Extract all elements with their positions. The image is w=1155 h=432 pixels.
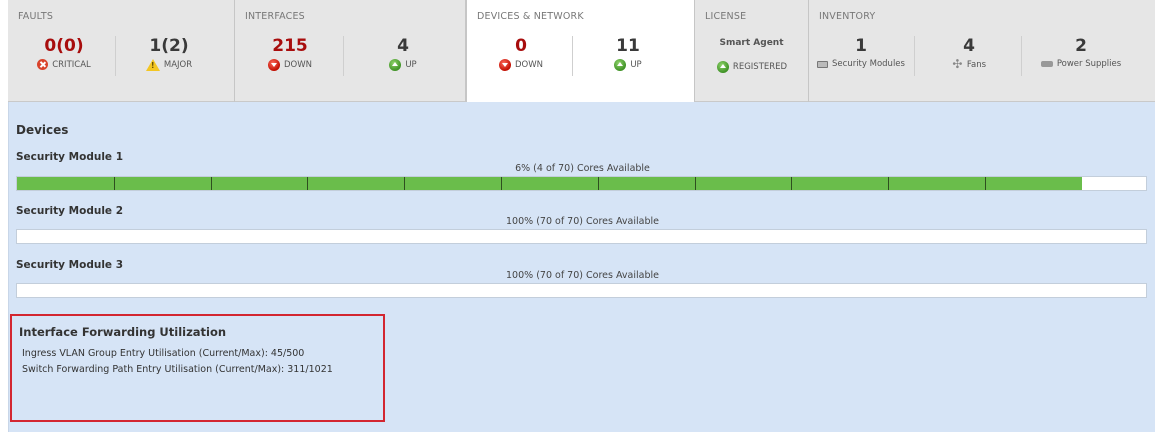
- power-count: 2: [1075, 36, 1087, 56]
- divider: [914, 36, 915, 76]
- interfaces-panel[interactable]: INTERFACES 215 DOWN 4 UP: [235, 0, 466, 102]
- devices-down-label: DOWN: [515, 60, 543, 70]
- interfaces-title: INTERFACES: [245, 11, 305, 22]
- critical-count: 0(0): [44, 36, 84, 56]
- interfaces-up-count: 4: [397, 36, 409, 56]
- power-label: Power Supplies: [1056, 59, 1122, 69]
- major-faults[interactable]: 1(2) MAJOR: [126, 36, 212, 71]
- interfaces-down-label: DOWN: [284, 60, 312, 70]
- faults-panel[interactable]: FAULTS 0(0) CRITICAL 1(2) MAJOR: [8, 0, 235, 102]
- summary-bar: FAULTS 0(0) CRITICAL 1(2) MAJOR INTERFAC…: [8, 0, 1155, 103]
- core-segment-divider: [597, 177, 599, 190]
- divider: [1021, 36, 1022, 76]
- devices-content: Devices Security Module 1 6% (4 of 70) C…: [8, 102, 1155, 432]
- critical-faults[interactable]: 0(0) CRITICAL: [20, 36, 108, 70]
- modules-label: Security Modules: [832, 59, 905, 69]
- core-segment-divider: [404, 177, 406, 190]
- fan-icon: ✣: [952, 57, 963, 71]
- devices-down-count: 0: [515, 36, 527, 56]
- core-usage-bar[interactable]: [16, 229, 1147, 244]
- major-count: 1(2): [149, 36, 189, 56]
- core-usage-bar[interactable]: [16, 283, 1147, 298]
- faults-title: FAULTS: [18, 11, 54, 22]
- license-status-label: REGISTERED: [732, 62, 788, 72]
- critical-label: CRITICAL: [52, 59, 91, 70]
- warning-icon: [145, 59, 160, 71]
- switch-forwarding-utilisation: Switch Forwarding Path Entry Utilisation…: [22, 364, 333, 375]
- devices-up[interactable]: 11 UP: [585, 36, 671, 71]
- fans-label: Fans: [966, 59, 987, 70]
- core-usage-fill: [17, 177, 1082, 190]
- ifu-title: Interface Forwarding Utilization: [19, 325, 227, 339]
- interfaces-down-count: 215: [272, 36, 308, 56]
- cores-available-text: 6% (4 of 70) Cores Available: [515, 163, 650, 174]
- module-title: Security Module 1: [16, 151, 124, 163]
- power-supply-icon: [1040, 61, 1053, 67]
- cores-available-text: 100% (70 of 70) Cores Available: [506, 216, 659, 227]
- core-segment-divider: [113, 177, 115, 190]
- license-status: REGISTERED: [695, 58, 809, 73]
- interfaces-up[interactable]: 4 UP: [357, 36, 449, 71]
- major-label: MAJOR: [163, 60, 193, 70]
- inventory-fans[interactable]: 4 ✣ Fans: [919, 36, 1019, 70]
- up-arrow-icon: [614, 59, 627, 71]
- devices-up-count: 11: [616, 36, 640, 56]
- inventory-power[interactable]: 2 Power Supplies: [1025, 36, 1137, 69]
- license-panel[interactable]: LICENSE Smart Agent REGISTERED: [695, 0, 809, 102]
- core-segment-divider: [210, 177, 212, 190]
- core-segment-divider: [791, 177, 793, 190]
- inventory-title: INVENTORY: [819, 11, 876, 22]
- modules-count: 1: [855, 36, 867, 56]
- ingress-vlan-utilisation: Ingress VLAN Group Entry Utilisation (Cu…: [22, 348, 305, 359]
- interface-forwarding-box: Interface Forwarding Utilization Ingress…: [10, 314, 385, 422]
- core-segment-divider: [888, 177, 890, 190]
- divider: [572, 36, 573, 76]
- critical-icon: [37, 59, 49, 70]
- core-usage-bar[interactable]: [16, 176, 1147, 191]
- devices-heading: Devices: [16, 123, 69, 137]
- up-arrow-icon: [389, 59, 402, 71]
- core-segment-divider: [500, 177, 502, 190]
- devices-down[interactable]: 0 DOWN: [481, 36, 561, 71]
- devices-network-title: DEVICES & NETWORK: [477, 11, 584, 22]
- divider: [343, 36, 344, 76]
- license-type: Smart Agent: [719, 38, 784, 48]
- inventory-panel[interactable]: INVENTORY 1 Security Modules 4 ✣ Fans 2 P…: [809, 0, 1155, 102]
- license-title: LICENSE: [705, 11, 747, 22]
- fans-count: 4: [963, 36, 975, 56]
- inventory-modules[interactable]: 1 Security Modules: [811, 36, 911, 69]
- divider: [115, 36, 116, 76]
- core-segment-divider: [307, 177, 309, 190]
- devices-network-panel[interactable]: DEVICES & NETWORK 0 DOWN 11 UP: [466, 0, 695, 103]
- up-arrow-icon: [716, 61, 729, 73]
- core-segment-divider: [694, 177, 696, 190]
- security-module-icon: [817, 60, 829, 68]
- interfaces-up-label: UP: [405, 60, 417, 70]
- devices-up-label: UP: [630, 60, 642, 70]
- interfaces-down[interactable]: 215 DOWN: [249, 36, 331, 71]
- cores-available-text: 100% (70 of 70) Cores Available: [506, 270, 659, 281]
- down-arrow-icon: [268, 59, 280, 71]
- core-segment-divider: [984, 177, 986, 190]
- down-arrow-icon: [499, 59, 511, 71]
